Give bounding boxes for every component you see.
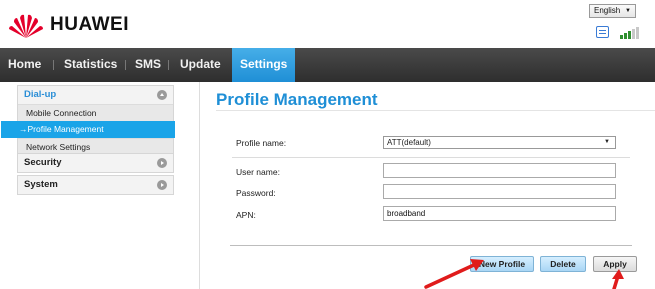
expand-icon[interactable] (157, 158, 167, 168)
profile-name-select[interactable]: ATT(default) ▼ (383, 136, 616, 149)
nav-update[interactable]: Update (180, 48, 221, 82)
profile-name-value: ATT(default) (387, 138, 431, 147)
header: HUAWEI English ▼ (0, 0, 655, 48)
annotation-arrow-icon (424, 259, 484, 289)
brand-name: HUAWEI (50, 14, 129, 35)
profile-name-label: Profile name: (236, 138, 287, 148)
username-input[interactable] (383, 163, 616, 178)
sidebar-group-security[interactable]: Security (17, 153, 174, 173)
apn-label: APN: (236, 210, 256, 220)
nav-separator (168, 60, 169, 70)
divider (216, 110, 655, 111)
nav-separator (53, 60, 54, 70)
nav-separator (125, 60, 126, 70)
sidebar-group-label: System (24, 179, 58, 190)
language-select[interactable]: English ▼ (589, 4, 636, 18)
nav-statistics[interactable]: Statistics (64, 48, 117, 82)
signal-strength-icon (618, 25, 639, 39)
nav-sms[interactable]: SMS (135, 48, 161, 82)
sidebar-group-label: Security (24, 157, 62, 168)
expand-icon[interactable] (157, 180, 167, 190)
delete-button[interactable]: Delete (540, 256, 586, 272)
sidebar-group-header[interactable]: Security (18, 154, 173, 172)
message-icon[interactable] (596, 26, 609, 38)
username-label: User name: (236, 167, 280, 177)
language-value: English (594, 6, 621, 15)
password-input[interactable] (383, 184, 616, 199)
sidebar-item-profile-management[interactable]: →Profile Management (1, 121, 175, 138)
sidebar-item-mobile-connection[interactable]: Mobile Connection (18, 104, 173, 121)
sidebar-group-header[interactable]: System (18, 176, 173, 194)
password-label: Password: (236, 188, 276, 198)
collapse-icon[interactable] (157, 90, 167, 100)
nav-settings[interactable]: Settings (232, 48, 296, 82)
dropdown-arrow-icon: ▼ (625, 8, 631, 14)
divider (232, 157, 630, 158)
sidebar-group-header[interactable]: Dial-up (18, 86, 173, 104)
huawei-logo-icon (9, 14, 43, 39)
sidebar-group-label: Dial-up (24, 89, 57, 100)
dropdown-arrow-icon: ▼ (604, 139, 610, 145)
page-title: Profile Management (216, 90, 378, 109)
main-nav: Home Statistics SMS Update Settings (0, 48, 655, 82)
annotation-arrow-icon (612, 269, 624, 289)
sidebar-group-dialup: Dial-up Mobile Connection →Profile Manag… (1, 85, 175, 156)
sidebar: Dial-up Mobile Connection →Profile Manag… (0, 82, 200, 289)
sidebar-group-system[interactable]: System (17, 175, 174, 195)
divider (230, 245, 632, 246)
nav-home[interactable]: Home (8, 48, 41, 82)
apn-input[interactable]: broadband (383, 206, 616, 221)
